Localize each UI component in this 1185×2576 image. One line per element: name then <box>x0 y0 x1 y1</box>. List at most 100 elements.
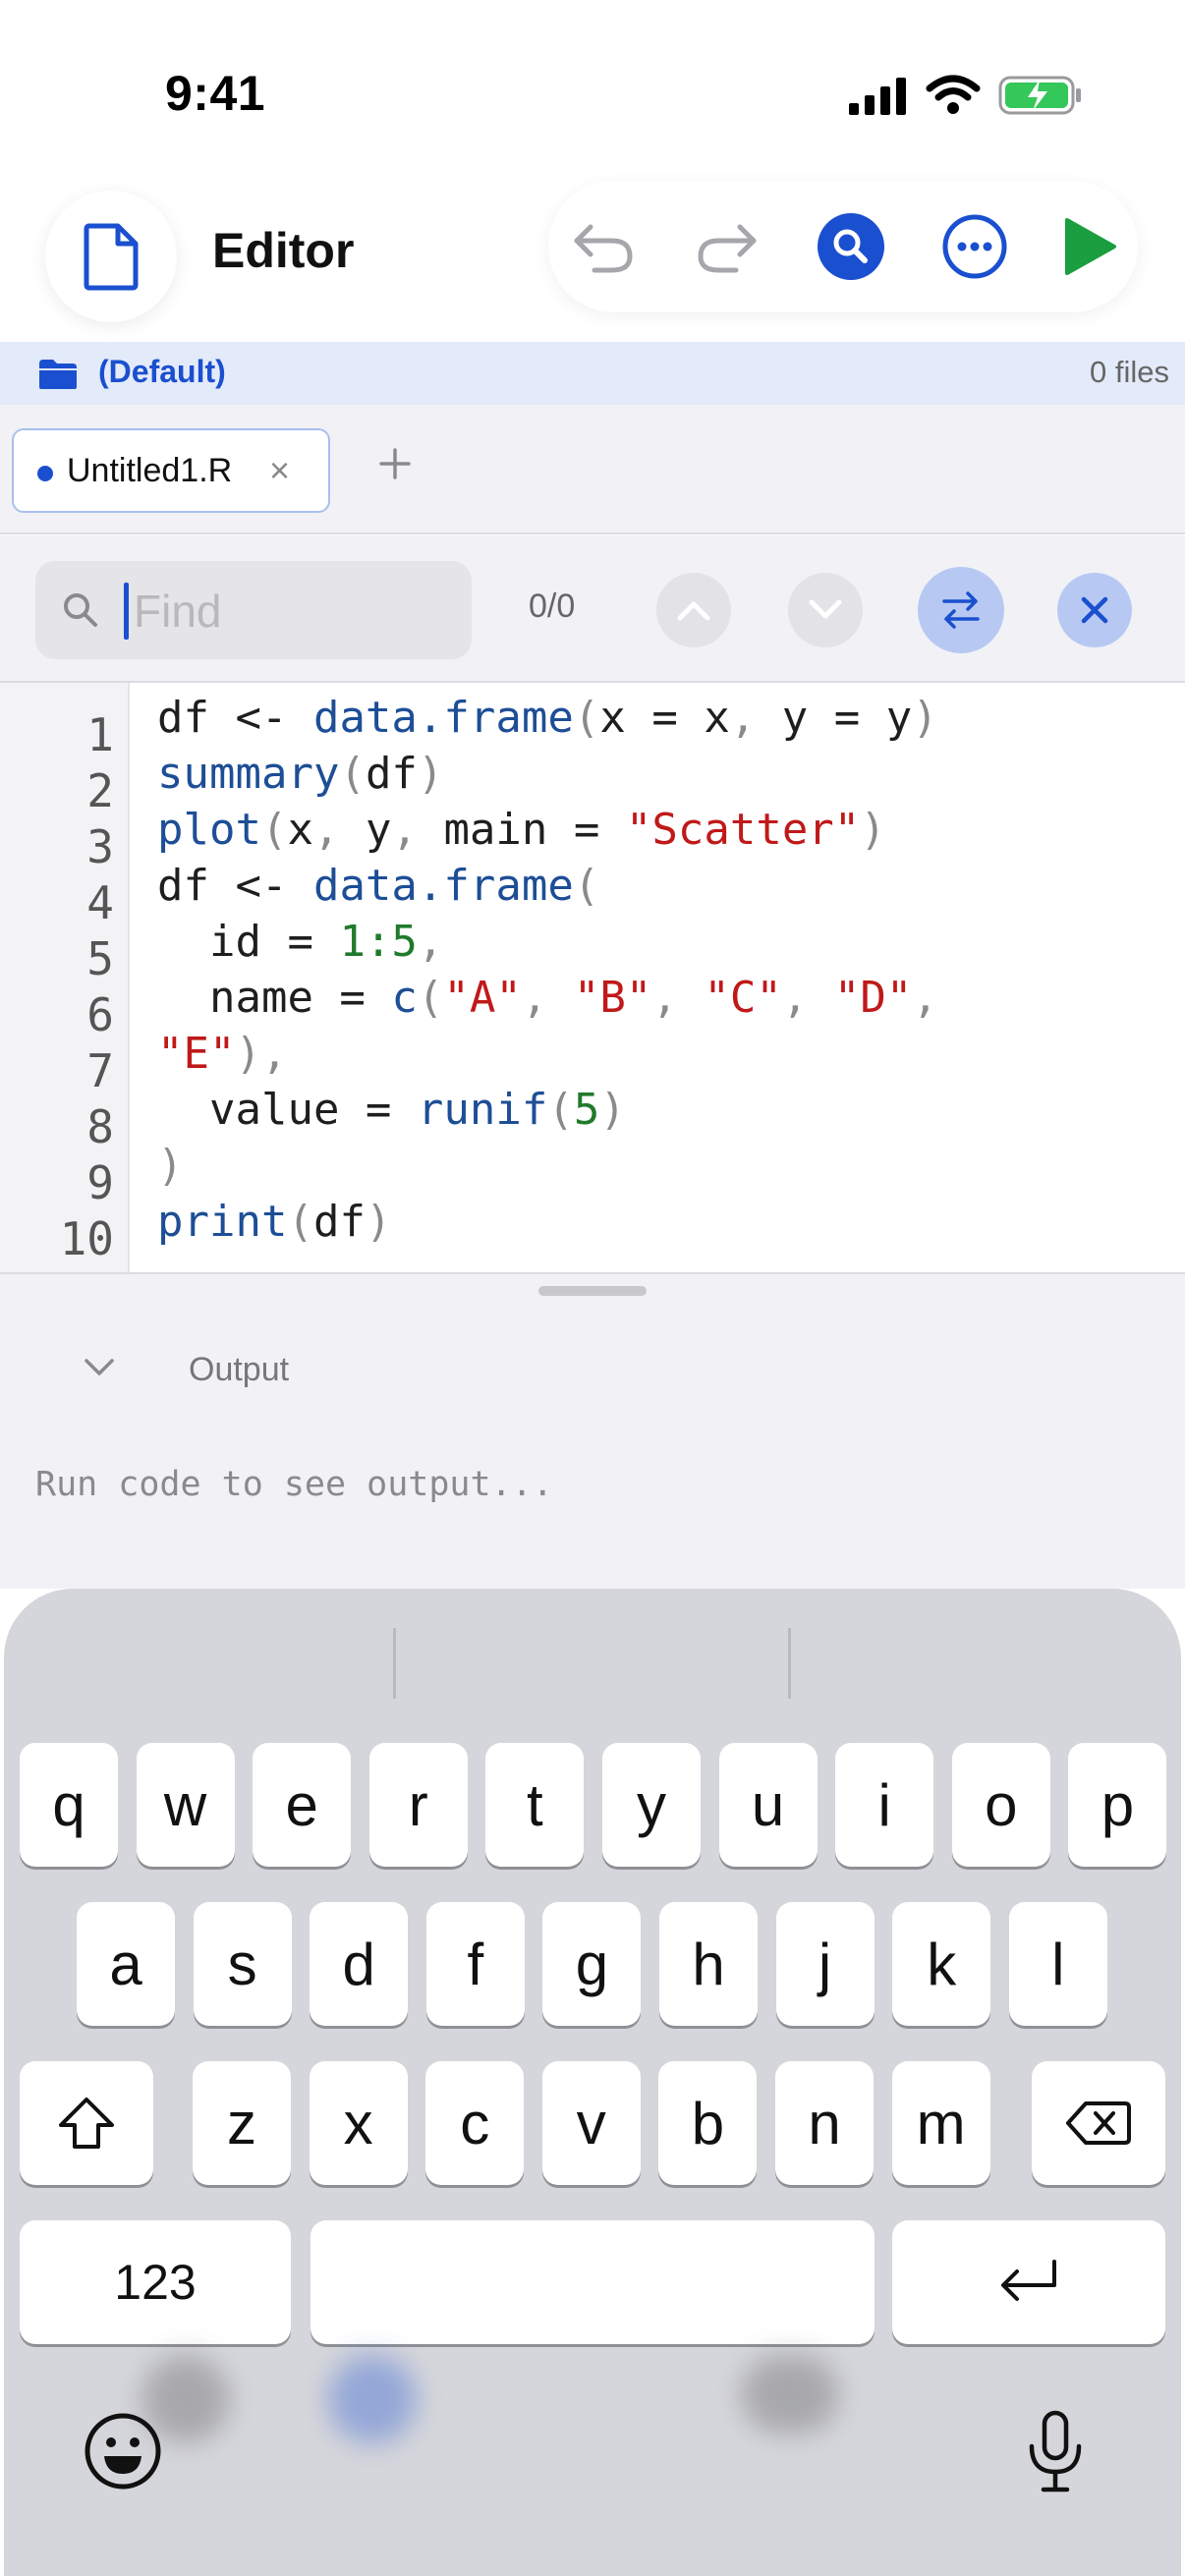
swap-icon <box>942 591 980 629</box>
previous-match-button[interactable] <box>656 573 731 647</box>
key-g[interactable]: g <box>542 1902 642 2026</box>
key-f[interactable]: f <box>425 1902 525 2026</box>
chevron-up-icon <box>677 601 710 621</box>
key-h[interactable]: h <box>659 1902 758 2026</box>
run-button[interactable] <box>1055 213 1122 280</box>
chevron-down-icon <box>809 599 842 619</box>
key-o[interactable]: o <box>951 1743 1050 1867</box>
key-p[interactable]: p <box>1068 1743 1167 1867</box>
delete-key[interactable] <box>1032 2061 1165 2185</box>
return-key[interactable] <box>892 2220 1165 2344</box>
code-line: name = c("A", "B", "C", "D", <box>157 973 938 1023</box>
key-l[interactable]: l <box>1008 1902 1107 2026</box>
key-z[interactable]: z <box>193 2061 291 2185</box>
redo-icon <box>698 224 757 273</box>
blurred-background <box>328 2355 417 2443</box>
close-icon <box>1081 596 1108 624</box>
editor-toolbar <box>548 181 1138 312</box>
line-number: 7 <box>86 1044 114 1097</box>
tab-bar: Untitled1.R × <box>0 405 1185 534</box>
status-time: 9:41 <box>165 66 266 121</box>
onscreen-keyboard: qwertyuiop asdfghjkl zxcvbnm 123 <box>4 1589 1181 2576</box>
code-line: df <- data.frame(x = x, y = y) <box>157 693 938 743</box>
resize-handle[interactable] <box>538 1286 647 1296</box>
line-number: 3 <box>86 820 114 873</box>
key-j[interactable]: j <box>775 1902 875 2026</box>
key-m[interactable]: m <box>891 2061 990 2185</box>
undo-button[interactable] <box>570 213 637 280</box>
unsaved-indicator <box>37 466 53 481</box>
output-placeholder: Run code to see output... <box>35 1465 553 1504</box>
line-number: 6 <box>86 988 114 1041</box>
key-w[interactable]: w <box>136 1743 235 1867</box>
key-i[interactable]: i <box>835 1743 934 1867</box>
editor-header: Editor <box>0 177 1185 342</box>
emoji-icon[interactable] <box>83 2411 163 2492</box>
run-icon <box>1065 218 1116 275</box>
add-tab-button[interactable] <box>373 442 417 485</box>
numbers-key[interactable]: 123 <box>20 2220 291 2344</box>
key-q[interactable]: q <box>20 1743 118 1867</box>
shift-icon <box>59 2098 114 2149</box>
line-number: 4 <box>86 876 114 929</box>
key-s[interactable]: s <box>193 1902 292 2026</box>
close-find-button[interactable] <box>1057 573 1132 647</box>
key-v[interactable]: v <box>541 2061 641 2185</box>
code-line: value = runif(5) <box>157 1085 626 1135</box>
search-icon <box>818 213 884 280</box>
project-bar[interactable]: (Default) 0 files <box>0 342 1185 405</box>
key-a[interactable]: a <box>77 1902 175 2026</box>
search-icon <box>64 593 97 627</box>
line-number-gutter: 1 2 3 4 5 6 7 8 9 10 <box>0 683 130 1272</box>
tab-label: Untitled1.R <box>67 452 233 489</box>
return-icon <box>1001 2260 1056 2301</box>
file-count: 0 files <box>1090 355 1169 389</box>
space-key[interactable] <box>310 2220 875 2344</box>
key-k[interactable]: k <box>892 1902 991 2026</box>
line-number: 2 <box>86 764 114 817</box>
undo-icon <box>574 224 633 273</box>
key-r[interactable]: r <box>368 1743 468 1867</box>
status-bar: 9:41 <box>0 0 1185 177</box>
microphone-icon[interactable] <box>1026 2409 1085 2495</box>
more-icon <box>942 214 1007 279</box>
redo-button[interactable] <box>694 213 761 280</box>
line-number: 1 <box>86 708 114 761</box>
key-n[interactable]: n <box>775 2061 874 2185</box>
replace-toggle-button[interactable] <box>918 567 1004 653</box>
find-placeholder: Find <box>134 586 222 637</box>
file-menu-button[interactable] <box>45 191 177 322</box>
key-b[interactable]: b <box>658 2061 758 2185</box>
key-x[interactable]: x <box>309 2061 408 2185</box>
search-button[interactable] <box>818 213 884 280</box>
output-title: Output <box>189 1351 290 1388</box>
find-bar: Find 0/0 <box>0 535 1185 683</box>
code-line: df <- data.frame( <box>157 861 600 911</box>
cellular-signal-icon <box>849 78 906 115</box>
project-name: (Default) <box>98 354 226 389</box>
tab-untitled1[interactable]: Untitled1.R × <box>12 428 330 513</box>
battery-charging-icon <box>998 76 1081 115</box>
key-y[interactable]: y <box>602 1743 701 1867</box>
shift-key[interactable] <box>20 2061 153 2185</box>
next-match-button[interactable] <box>788 573 863 647</box>
output-panel: Output Run code to see output... <box>0 1274 1185 1589</box>
key-e[interactable]: e <box>253 1743 352 1867</box>
key-d[interactable]: d <box>310 1902 409 2026</box>
line-number: 9 <box>86 1156 114 1209</box>
blurred-background <box>741 2355 839 2434</box>
code-editor[interactable]: 1 2 3 4 5 6 7 8 9 10 df <- data.frame(x … <box>0 683 1185 1274</box>
tab-close-button[interactable]: × <box>269 450 290 491</box>
more-button[interactable] <box>941 213 1008 280</box>
code-line: print(df) <box>157 1197 392 1247</box>
code-line: id = 1:5, <box>157 917 444 967</box>
match-count: 0/0 <box>529 588 576 625</box>
find-input[interactable]: Find <box>35 561 472 659</box>
code-line: ) <box>157 1141 184 1191</box>
chevron-down-icon[interactable] <box>81 1355 118 1378</box>
key-u[interactable]: u <box>718 1743 818 1867</box>
key-c[interactable]: c <box>425 2061 525 2185</box>
key-t[interactable]: t <box>485 1743 585 1867</box>
text-cursor <box>124 583 129 640</box>
suggestion-divider <box>393 1628 396 1699</box>
